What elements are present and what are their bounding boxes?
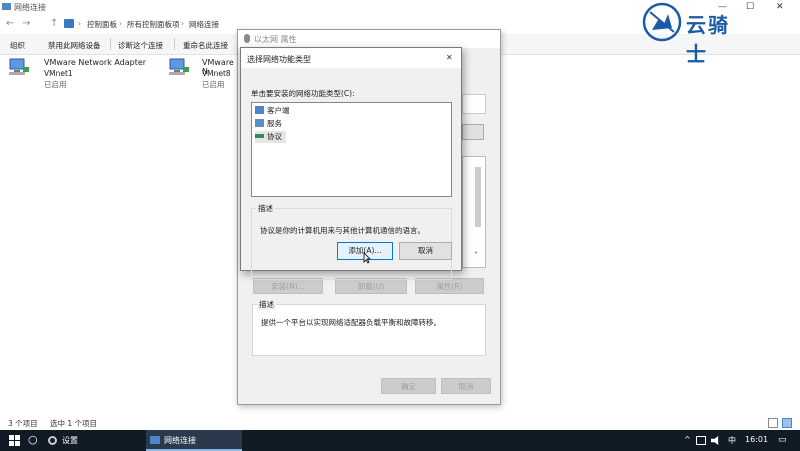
scrollbar-thumb[interactable]	[475, 167, 481, 227]
knight-logo-icon	[642, 2, 682, 42]
taskbar-settings[interactable]: 设置	[62, 435, 78, 446]
disable-device-button[interactable]: 禁用此网络设备	[48, 40, 101, 51]
ime-indicator[interactable]: 中	[728, 435, 736, 446]
mouse-cursor-icon	[363, 252, 371, 264]
back-button[interactable]: ←	[6, 18, 14, 29]
network-adapter-icon	[169, 58, 189, 75]
install-button[interactable]: 安装(N)...	[253, 278, 323, 294]
description-text: 提供一个平台以实现网络适配器负载平衡和故障转移。	[261, 318, 441, 327]
selected-count: 选中 1 个项目	[50, 419, 98, 428]
configure-button-edge[interactable]	[462, 124, 484, 140]
item-count: 3 个项目	[8, 419, 38, 428]
breadcrumb-separator: ›	[78, 19, 81, 28]
select-prompt: 单击要安装的网络功能类型(C):	[251, 89, 355, 98]
network-folder-icon	[2, 3, 11, 10]
taskbar: ○ 设置 网络连接 ^ 中 16:01 ▭	[0, 430, 800, 451]
adapter-item-vmnet8[interactable]: VMware N VMnet8 已启用	[168, 58, 238, 90]
adapter-name: VMware Network Adapter	[44, 58, 147, 67]
network-folder-icon	[150, 436, 160, 444]
ethernet-icon	[244, 34, 250, 43]
organize-menu[interactable]: 组织	[10, 40, 25, 51]
description-label: 描述	[257, 299, 276, 310]
diagnose-button[interactable]: 诊断这个连接	[118, 40, 163, 51]
protocol-icon	[255, 134, 264, 138]
service-icon	[255, 119, 264, 127]
breadcrumb-all-items[interactable]: 所有控制面板项	[127, 19, 180, 30]
breadcrumb-control-panel[interactable]: 控制面板	[87, 19, 117, 30]
uninstall-button[interactable]: 卸载(U)	[335, 278, 407, 294]
network-tray-icon[interactable]	[696, 436, 706, 445]
select-feature-type-dialog: 选择网络功能类型 ✕ 单击要安装的网络功能类型(C): 客户端 服务 协议 描述…	[240, 47, 462, 280]
breadcrumb-separator: ›	[119, 19, 122, 28]
toolbar-divider	[110, 38, 111, 50]
tray-overflow-icon[interactable]: ^	[684, 435, 691, 444]
adapter-item-vmnet1[interactable]: VMware Network Adapter VMnet1 已启用	[8, 58, 158, 90]
rename-button[interactable]: 重命名此连接	[183, 40, 228, 51]
select-dialog-titlebar: 选择网络功能类型 ✕	[241, 48, 461, 68]
breadcrumb-separator: ›	[181, 19, 184, 28]
props-cancel-button[interactable]: 取消	[441, 378, 491, 394]
list-item-label: 客户端	[267, 106, 290, 115]
connect-field-edge	[462, 94, 486, 114]
settings-gear-icon	[48, 436, 57, 445]
close-button[interactable]: ✕	[776, 2, 784, 12]
volume-icon[interactable]	[711, 436, 719, 445]
description-group: 描述 提供一个平台以实现网络适配器负载平衡和故障转移。	[252, 299, 486, 356]
up-button[interactable]: ↑	[50, 18, 58, 29]
network-adapter-icon	[9, 58, 29, 75]
window-title: 网络连接	[14, 3, 46, 12]
search-icon[interactable]: ○	[28, 433, 38, 446]
adapter-network: VMnet8	[202, 69, 231, 78]
adapter-status: 已启用	[202, 80, 225, 89]
taskbar-network-label: 网络连接	[164, 436, 196, 445]
logo-text: 云骑士	[686, 13, 730, 66]
taskbar-network-app[interactable]: 网络连接	[146, 430, 242, 451]
forward-button[interactable]: →	[22, 18, 30, 29]
properties-title: 以太网 属性	[254, 35, 297, 44]
select-dialog-close-button[interactable]: ✕	[446, 53, 453, 62]
list-item-label: 协议	[267, 132, 282, 141]
windows-start-icon[interactable]	[9, 435, 20, 446]
select-dialog-title: 选择网络功能类型	[247, 55, 311, 64]
status-bar: 3 个项目 选中 1 个项目	[0, 414, 800, 430]
list-item-protocol[interactable]: 协议	[255, 131, 286, 143]
maximize-button[interactable]: ☐	[746, 2, 754, 12]
tiles-view-icon[interactable]	[782, 418, 792, 428]
adapter-status: 已启用	[44, 80, 67, 89]
ok-button[interactable]: 确定	[381, 378, 436, 394]
select-cancel-button[interactable]: 取消	[399, 242, 452, 260]
computer-icon	[255, 106, 264, 114]
control-panel-icon	[64, 19, 74, 28]
scroll-down-arrow[interactable]: ˅	[474, 251, 478, 260]
brand-logo: 云骑士	[640, 0, 750, 66]
notification-icon[interactable]: ▭	[778, 435, 787, 445]
details-view-icon[interactable]	[768, 418, 778, 428]
components-list-edge: ˅	[462, 156, 486, 268]
properties-titlebar: 以太网 属性	[238, 30, 500, 48]
list-item-label: 服务	[267, 119, 282, 128]
properties-button[interactable]: 属性(R)	[415, 278, 484, 294]
breadcrumb-network[interactable]: 网络连接	[189, 19, 219, 30]
select-description-label: 描述	[256, 203, 275, 214]
feature-type-list[interactable]: 客户端 服务 协议	[251, 102, 452, 197]
list-item-service[interactable]: 服务	[255, 118, 282, 130]
list-item-client[interactable]: 客户端	[255, 105, 290, 117]
select-description-text: 协议是你的计算机用来与其他计算机通信的语言。	[260, 226, 425, 235]
clock[interactable]: 16:01	[745, 435, 768, 444]
toolbar-divider	[174, 38, 175, 50]
adapter-network: VMnet1	[44, 69, 73, 78]
